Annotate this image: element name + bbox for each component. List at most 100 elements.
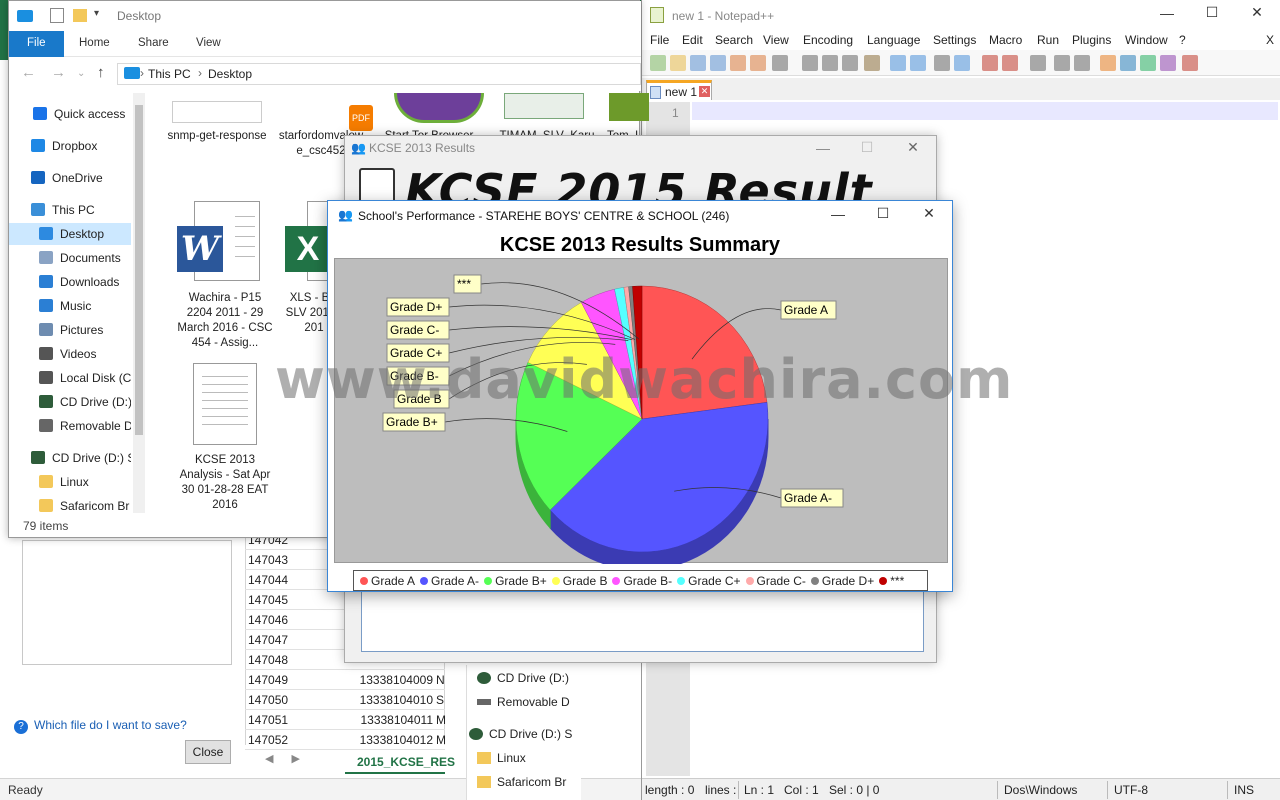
sidebar-item-pictures[interactable]: Pictures xyxy=(9,319,131,341)
table-cell[interactable]: 147043 xyxy=(248,553,338,567)
chevron-right-icon[interactable]: › xyxy=(140,66,144,80)
menu-help[interactable]: ? xyxy=(1179,33,1186,47)
new-folder-icon[interactable] xyxy=(73,9,87,22)
table-cell[interactable]: 13338104009 xyxy=(353,673,433,687)
scroll-thumb[interactable] xyxy=(135,105,143,435)
toolbar-button-icon[interactable] xyxy=(802,55,818,71)
sidebar-item-downloads[interactable]: Downloads xyxy=(9,271,131,293)
recent-dropdown-icon[interactable]: ⌄ xyxy=(77,68,85,79)
editor-current-line[interactable] xyxy=(692,102,1278,120)
close-tab-icon[interactable]: ✕ xyxy=(699,86,710,97)
address-bar[interactable]: › This PC › Desktop xyxy=(117,63,641,85)
toolbar-button-icon[interactable] xyxy=(1120,55,1136,71)
toolbar-button-icon[interactable] xyxy=(670,55,686,71)
table-row[interactable]: 147052 13338104012 M xyxy=(245,730,448,750)
minimize-icon[interactable]: — xyxy=(828,206,848,222)
save-help-text[interactable]: Which file do I want to save? xyxy=(34,718,187,732)
nav2-label[interactable]: Removable D xyxy=(497,695,570,709)
toolbar-button-icon[interactable] xyxy=(772,55,788,71)
table-cell[interactable]: 147047 xyxy=(248,633,338,647)
table-cell[interactable]: 147052 xyxy=(248,733,338,747)
toolbar-button-icon[interactable] xyxy=(690,55,706,71)
toolbar-button-icon[interactable] xyxy=(710,55,726,71)
menu-window[interactable]: Window xyxy=(1125,33,1168,47)
sidebar-item-cd-drive-d[interactable]: CD Drive (D:) xyxy=(9,391,131,413)
chevron-right-icon[interactable]: › xyxy=(198,66,202,80)
maximize-icon[interactable]: ☐ xyxy=(857,139,877,156)
table-cell[interactable]: N xyxy=(436,673,448,687)
sidebar-item-removable-d[interactable]: Removable D xyxy=(9,415,131,437)
file-label[interactable]: KCSE 2013 Analysis - Sat Apr 30 01-28-28… xyxy=(175,453,275,513)
toolbar-button-icon[interactable] xyxy=(982,55,998,71)
sidebar-item-videos[interactable]: Videos xyxy=(9,343,131,365)
toolbar-button-icon[interactable] xyxy=(822,55,838,71)
toolbar-button-icon[interactable] xyxy=(954,55,970,71)
toolbar-button-icon[interactable] xyxy=(934,55,950,71)
tab-new-1[interactable]: new 1 ✕ xyxy=(646,80,712,100)
menu-file[interactable]: File xyxy=(650,33,669,47)
save-help-link[interactable]: ? Which file do I want to save? xyxy=(14,718,187,734)
nav2-label[interactable]: CD Drive (D:) xyxy=(497,671,569,685)
table-cell[interactable]: 147048 xyxy=(248,653,338,667)
close-icon[interactable]: ✕ xyxy=(919,205,939,222)
toolbar-button-icon[interactable] xyxy=(1002,55,1018,71)
table-cell[interactable]: 147044 xyxy=(248,573,338,587)
sidebar-item-safaricom-br[interactable]: Safaricom Br xyxy=(9,495,131,513)
file-label[interactable]: snmp-get-response xyxy=(167,129,267,144)
back-arrow-icon[interactable]: ← xyxy=(21,64,36,81)
toolbar-button-icon[interactable] xyxy=(1140,55,1156,71)
toolbar-button-icon[interactable] xyxy=(1074,55,1090,71)
menu-macro[interactable]: Macro xyxy=(989,33,1022,47)
table-cell[interactable]: 147046 xyxy=(248,613,338,627)
sheet-nav-arrows[interactable]: ◀▶ xyxy=(265,752,318,765)
toolbar-button-icon[interactable] xyxy=(890,55,906,71)
ribbon-tab-share[interactable]: Share xyxy=(138,37,169,49)
up-arrow-icon[interactable]: ↑ xyxy=(97,64,105,81)
sidebar-item-quick-access[interactable]: Quick access xyxy=(9,103,131,125)
breadcrumb-desktop[interactable]: Desktop xyxy=(208,67,252,81)
file-label[interactable]: Wachira - P15 2204 2011 - 29 March 2016 … xyxy=(175,291,275,351)
sidebar-item-dropbox[interactable]: Dropbox xyxy=(9,135,131,157)
table-row[interactable]: 147051 13338104011 M xyxy=(245,710,446,730)
toolbar-button-icon[interactable] xyxy=(1054,55,1070,71)
toolbar-button-icon[interactable] xyxy=(750,55,766,71)
nav2-item[interactable]: Safaricom Br xyxy=(477,775,566,789)
sidebar-item-linux[interactable]: Linux xyxy=(9,471,131,493)
nav2-label[interactable]: CD Drive (D:) S xyxy=(489,727,572,741)
nav2-item[interactable]: Linux xyxy=(477,751,526,765)
maximize-icon[interactable]: ☐ xyxy=(1202,4,1222,21)
sidebar-item-desktop[interactable]: Desktop xyxy=(9,223,131,245)
sheet-tab[interactable]: 2015_KCSE_RES xyxy=(345,750,455,774)
nav2-label[interactable]: Linux xyxy=(497,751,526,765)
table-cell[interactable]: 147051 xyxy=(248,713,338,727)
menu-run[interactable]: Run xyxy=(1037,33,1059,47)
sidebar-item-local-disk-c[interactable]: Local Disk (C xyxy=(9,367,131,389)
nav-scrollbar[interactable] xyxy=(133,93,145,513)
properties-icon[interactable] xyxy=(50,8,64,23)
minimize-icon[interactable]: — xyxy=(1157,5,1177,21)
table-row[interactable]: 147050 13338104010 S xyxy=(245,690,445,710)
forward-arrow-icon[interactable]: → xyxy=(51,64,66,81)
toolbar-button-icon[interactable] xyxy=(650,55,666,71)
menu-language[interactable]: Language xyxy=(867,33,920,47)
table-cell[interactable]: M xyxy=(436,733,448,747)
menu-search[interactable]: Search xyxy=(715,33,753,47)
menu-encoding[interactable]: Encoding xyxy=(803,33,853,47)
menu-edit[interactable]: Edit xyxy=(682,33,703,47)
toolbar-button-icon[interactable] xyxy=(1100,55,1116,71)
sidebar-item-documents[interactable]: Documents xyxy=(9,247,131,269)
close-icon[interactable]: ✕ xyxy=(1247,4,1267,21)
table-row[interactable]: 147049 13338104009 N xyxy=(245,670,445,690)
table-cell[interactable]: 13338104012 xyxy=(353,733,433,747)
nav2-item[interactable]: CD Drive (D:) xyxy=(477,671,569,685)
menu-view[interactable]: View xyxy=(763,33,789,47)
ribbon-tab-home[interactable]: Home xyxy=(79,37,110,49)
nav2-label[interactable]: Safaricom Br xyxy=(497,775,566,789)
toolbar-button-icon[interactable] xyxy=(1160,55,1176,71)
ribbon-tab-file[interactable]: File xyxy=(9,31,64,57)
breadcrumb-this-pc[interactable]: This PC xyxy=(148,67,191,81)
sidebar-item-this-pc[interactable]: This PC xyxy=(9,199,131,221)
close-button[interactable]: Close xyxy=(185,740,231,764)
ribbon-tab-view[interactable]: View xyxy=(196,37,221,49)
minimize-icon[interactable]: — xyxy=(813,140,833,156)
